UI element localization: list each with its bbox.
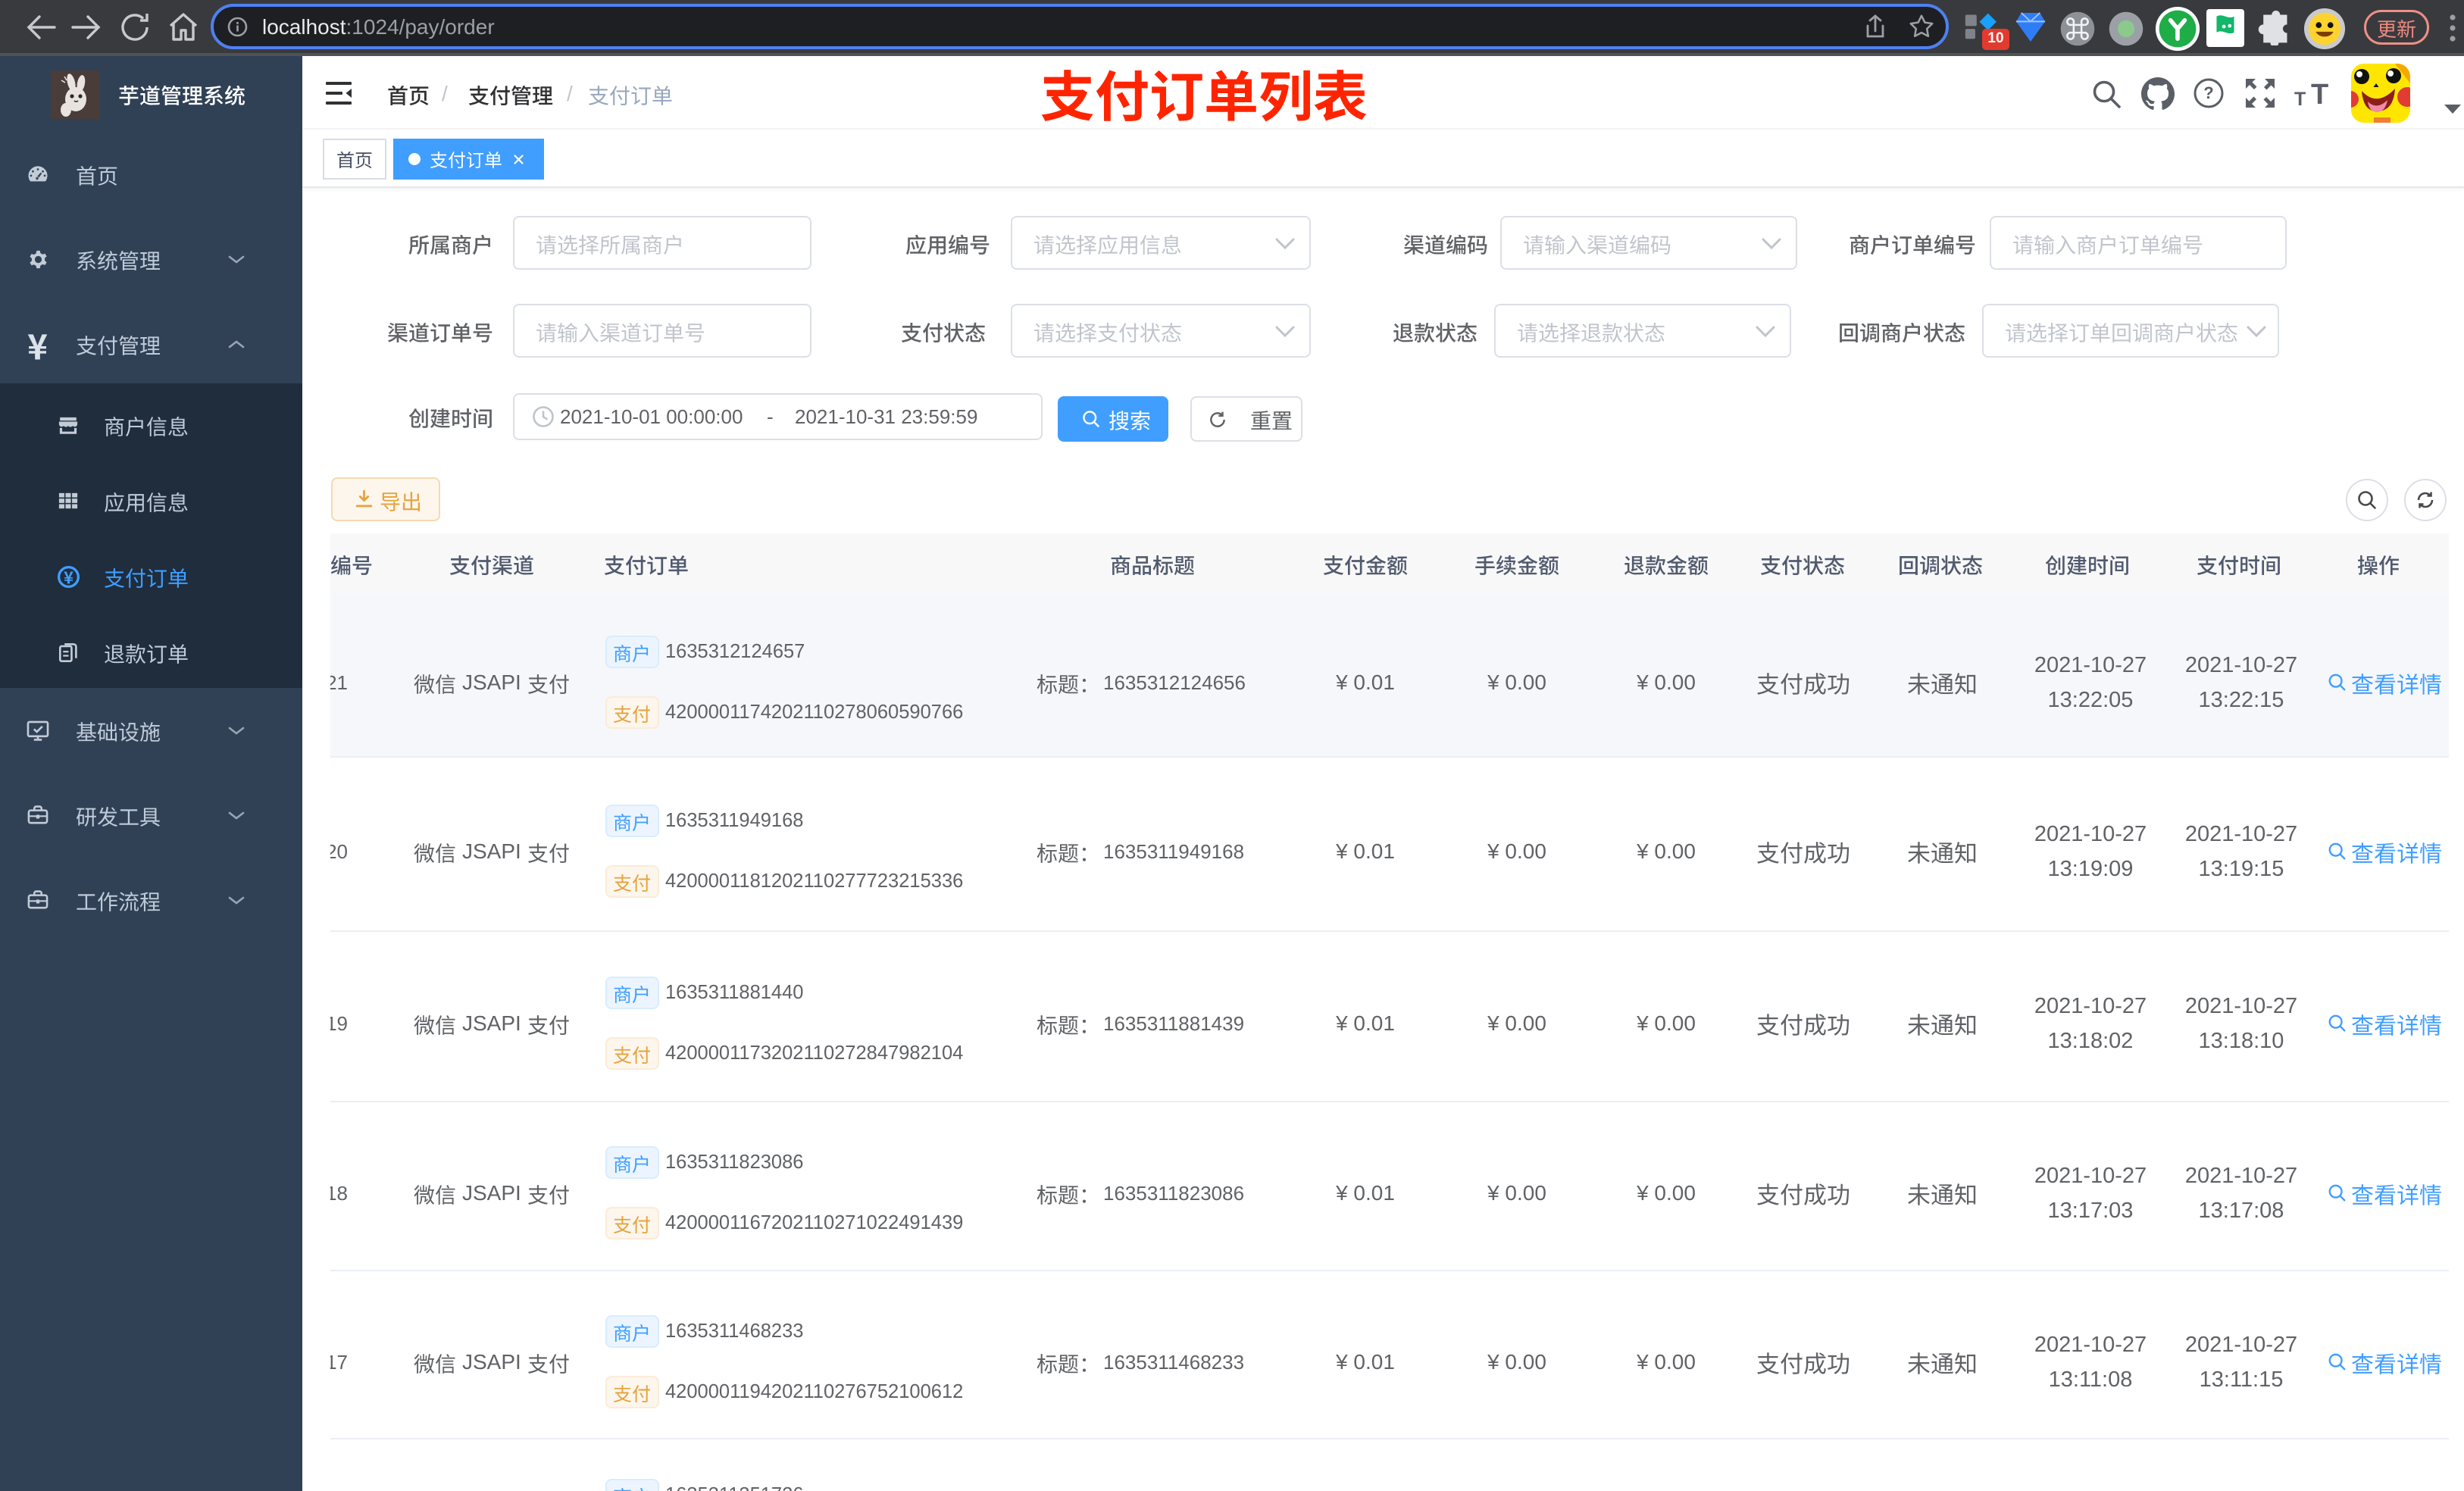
svg-text:?: ? [2203, 83, 2213, 102]
